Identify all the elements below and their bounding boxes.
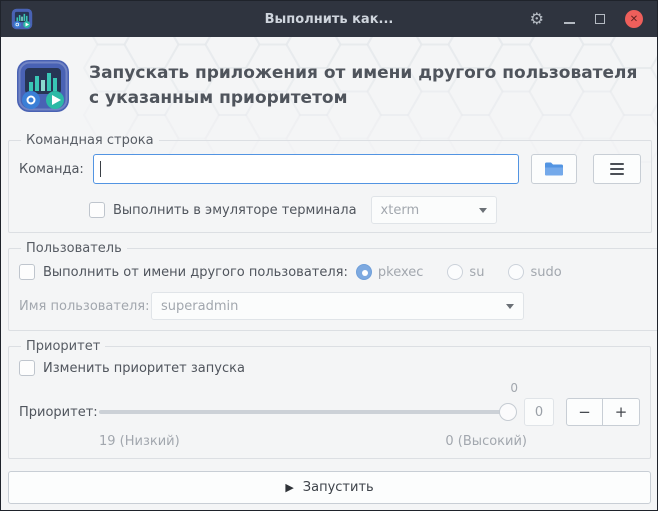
- radio-su[interactable]: su: [447, 264, 484, 280]
- priority-max-label: 0 (Высокий): [445, 434, 527, 449]
- run-as-other-user-checkbox[interactable]: [19, 264, 35, 280]
- radio-sudo[interactable]: sudo: [508, 264, 562, 280]
- increment-button[interactable]: +: [603, 398, 640, 426]
- restore-button[interactable]: [595, 14, 605, 24]
- settings-gear-icon[interactable]: ⚙: [530, 11, 544, 27]
- radio-pkexec[interactable]: pkexec: [355, 264, 423, 280]
- run-button[interactable]: ▶ Запустить: [8, 471, 651, 504]
- titlebar[interactable]: Выполнить как... ⚙ ✕: [1, 1, 657, 37]
- minimize-button[interactable]: [564, 14, 575, 25]
- radio-sudo-indicator: [508, 264, 525, 280]
- menu-button[interactable]: [593, 154, 641, 184]
- command-label: Команда:: [19, 161, 84, 177]
- priority-slider[interactable]: [99, 403, 517, 421]
- run-button-label: Запустить: [302, 480, 374, 495]
- text-caret: [100, 161, 101, 177]
- command-input[interactable]: [93, 154, 519, 184]
- username-select[interactable]: superadmin: [151, 292, 524, 320]
- user-section: Пользователь Выполнить от имени другого …: [8, 241, 657, 331]
- terminal-checkbox-label[interactable]: Выполнить в эмуляторе терминала: [113, 203, 357, 218]
- radio-su-indicator: [447, 264, 464, 280]
- priority-min-label: 19 (Низкий): [99, 434, 180, 449]
- application-icon: [17, 60, 69, 112]
- dialog-body: Запускать приложения от имени другого по…: [1, 37, 657, 510]
- username-value: superadmin: [161, 298, 239, 314]
- slider-handle[interactable]: [499, 403, 517, 421]
- slider-value-label: 0: [510, 381, 518, 395]
- priority-section: Приоритет Изменить приоритет запуска 0 П…: [8, 339, 651, 459]
- radio-pkexec-indicator: [355, 264, 372, 280]
- chevron-down-icon: [506, 303, 514, 309]
- priority-label: Приоритет:: [19, 404, 98, 420]
- change-priority-checkbox[interactable]: [19, 360, 35, 376]
- play-icon: ▶: [285, 481, 294, 494]
- folder-icon: [545, 162, 563, 176]
- user-section-legend: Пользователь: [26, 241, 122, 256]
- change-priority-label[interactable]: Изменить приоритет запуска: [43, 361, 245, 376]
- terminal-select-value: xterm: [380, 202, 420, 218]
- command-section-legend: Командная строка: [26, 133, 154, 148]
- terminal-emulator-select[interactable]: xterm: [370, 196, 497, 224]
- priority-section-legend: Приоритет: [26, 339, 101, 354]
- browse-file-button[interactable]: [531, 154, 577, 184]
- run-as-dialog-window: Выполнить как... ⚙ ✕ Запускать приложени…: [0, 0, 658, 511]
- priority-spin-value[interactable]: 0: [524, 398, 554, 426]
- run-as-other-user-label[interactable]: Выполнить от имени другого пользователя:: [43, 265, 348, 280]
- app-icon: [11, 8, 33, 30]
- username-label: Имя пользователя:: [19, 298, 150, 314]
- command-line-section: Командная строка Команда: Выполнить в эм…: [8, 133, 652, 233]
- chevron-down-icon: [478, 207, 487, 213]
- terminal-checkbox[interactable]: [89, 202, 105, 218]
- page-title: Запускать приложения от имени другого по…: [89, 63, 638, 108]
- close-button[interactable]: ✕: [625, 10, 643, 28]
- hamburger-menu-icon: [610, 163, 624, 175]
- decrement-button[interactable]: −: [566, 398, 603, 426]
- slider-track: [99, 410, 516, 414]
